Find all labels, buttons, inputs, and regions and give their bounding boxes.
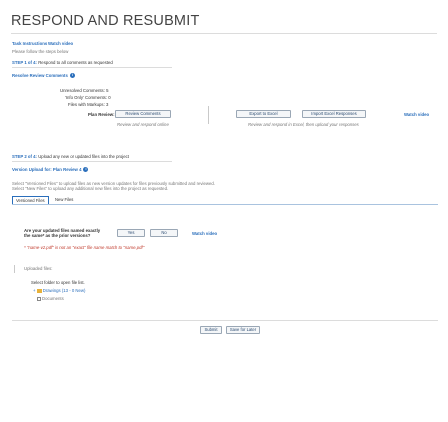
info-only-row: 'Info Only' Comments: 0 <box>65 95 111 100</box>
step1-label: STEP 1 of 4: <box>12 60 37 65</box>
folder-drawings[interactable]: + Drawings (13 - 0 New) <box>33 288 85 293</box>
task-watch-video-link[interactable]: Watch video <box>48 41 73 46</box>
step2-watch-video-link[interactable]: Watch video <box>192 231 217 236</box>
folder-icon <box>36 289 42 293</box>
uploaded-files-label: Uploaded files: <box>24 266 53 271</box>
submit-button[interactable]: Submit <box>200 326 222 334</box>
review-comments-text: Resolve Review Comments <box>12 73 68 78</box>
step1-watch-video-link[interactable]: Watch video <box>404 112 429 117</box>
info-icon[interactable]: i <box>83 167 89 173</box>
version-upload-label: Version Upload for: Plan Review 4i <box>12 167 89 173</box>
title-divider <box>11 33 437 34</box>
select-folder-hint: Select folder to open file list. <box>31 280 85 285</box>
step1-separator <box>208 106 209 124</box>
files-markups-count: 3 <box>105 102 109 107</box>
step2-label: STEP 2 of 4: <box>12 154 37 159</box>
info-only-count: 0 <box>108 95 111 100</box>
step2-header: STEP 2 of 4: Upload any new or updated f… <box>12 154 129 159</box>
step2-divider <box>12 161 172 162</box>
step1-divider <box>12 67 172 68</box>
step1-text: Respond to all comments as requested <box>38 60 113 65</box>
footer-divider <box>12 320 438 321</box>
files-markups-label: Files with Markups: <box>68 102 105 107</box>
task-instructions-link[interactable]: Task Instructions <box>12 41 47 46</box>
question-line-2: the same* as the prior versions? <box>24 233 91 238</box>
unresolved-row: Unresolved Comments: 5 <box>60 88 109 93</box>
document-icon <box>37 296 41 301</box>
tab-new-files[interactable]: New Files <box>52 196 77 204</box>
version-upload-text: Version Upload for: Plan Review 4 <box>12 167 82 172</box>
import-excel-button[interactable]: Import Excel Responses <box>302 110 366 118</box>
unresolved-label: Unresolved Comments: <box>60 88 105 93</box>
plan-review-label: Plan Review: <box>88 112 115 117</box>
files-markups-row: Files with Markups: 3 <box>68 102 108 107</box>
task-subtitle: Please follow the steps below <box>12 49 69 54</box>
tab-versioned-files[interactable]: Versioned Files <box>12 196 49 204</box>
step2-instructions-2: Select "New Files" to upload any additio… <box>12 186 169 191</box>
step2-text: Upload any new or updated files into the… <box>38 154 129 159</box>
review-online-hint: Review and respond online <box>117 122 169 127</box>
step1-header: STEP 1 of 4: Respond to all comments as … <box>12 60 113 65</box>
folder-drawings-label[interactable]: Drawings (13 - 0 New) <box>43 288 86 293</box>
folder-documents-label[interactable]: Documents <box>42 296 64 301</box>
info-only-label: 'Info Only' Comments: <box>65 95 107 100</box>
unresolved-count: 5 <box>106 88 109 93</box>
save-for-later-button[interactable]: Save for Later <box>226 326 260 334</box>
export-excel-button[interactable]: Export to Excel <box>236 110 291 118</box>
tab-underline <box>12 204 438 205</box>
export-hint: Review and respond in Excel, then upload… <box>248 122 359 127</box>
review-comments-button[interactable]: Review Comments <box>115 110 171 118</box>
folder-documents[interactable]: Documents <box>37 296 64 301</box>
expand-icon[interactable]: + <box>33 288 36 293</box>
page-title: RESPOND AND RESUBMIT <box>11 13 200 29</box>
uploaded-files-marker <box>14 265 15 273</box>
review-comments-label: Resolve Review Comments i <box>12 73 75 79</box>
info-icon[interactable]: i <box>69 73 75 79</box>
yes-button[interactable]: Yes <box>117 229 145 237</box>
name-match-warning: * "name-v2.pdf" is not an "exact" file n… <box>24 245 145 250</box>
no-button[interactable]: No <box>150 229 178 237</box>
